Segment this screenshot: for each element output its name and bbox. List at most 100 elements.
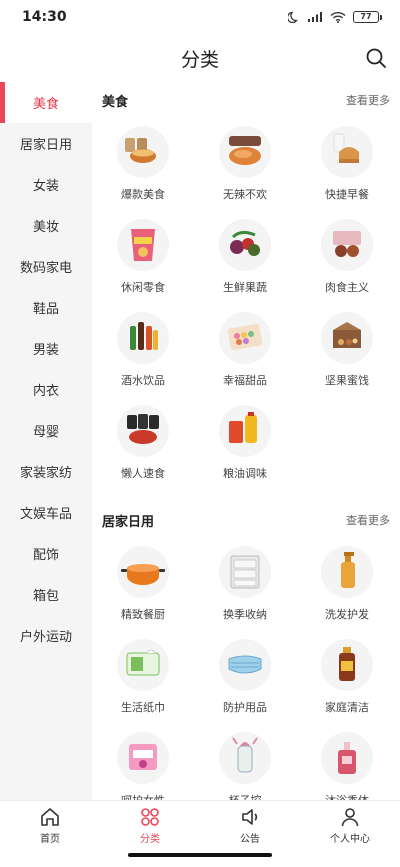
home-icon	[41, 808, 59, 826]
perfume-bottle-icon	[321, 732, 373, 784]
category-section: 美食 查看更多爆款美食 无辣不欢 快捷早餐休闲零食 生鲜果蔬 肉食主义酒水饮品 幸福甜品 坚果…	[92, 82, 400, 490]
tab-category-label: 分类	[140, 834, 160, 845]
subcategory-item[interactable]: 洗发护发	[296, 538, 398, 631]
status-bar: 14:30 77	[0, 0, 400, 34]
chips-bag-icon	[117, 219, 169, 271]
sidebar-item[interactable]: 居家日用	[0, 123, 92, 164]
subcategory-item[interactable]: 沐浴香体	[296, 724, 398, 800]
page-header: 分类	[0, 34, 400, 82]
subcategory-item[interactable]: 生鲜果蔬	[194, 211, 296, 304]
subcategory-item[interactable]: 休闲零食	[92, 211, 194, 304]
subcategory-item[interactable]: 快捷早餐	[296, 118, 398, 211]
moon-icon	[288, 11, 298, 23]
storage-drawer-icon	[219, 546, 271, 598]
see-more-link[interactable]: 查看更多	[346, 92, 390, 108]
sidebar-item-label: 美妆	[32, 220, 59, 235]
tab-profile[interactable]: 个人中心	[300, 801, 400, 850]
tab-home[interactable]: 首页	[0, 801, 100, 850]
tab-profile-label: 个人中心	[330, 834, 370, 845]
section-header: 美食 查看更多	[92, 82, 400, 118]
sidebar-item-label: 居家日用	[19, 138, 72, 153]
subcategory-label: 防护用品	[223, 701, 267, 714]
subcategory-label: 换季收纳	[223, 608, 267, 621]
subcategory-label: 家庭清洁	[325, 701, 369, 714]
pad-pack-icon	[117, 732, 169, 784]
home-indicator	[128, 853, 272, 857]
search-icon	[366, 48, 386, 68]
subcategory-item[interactable]: 坚果蜜饯	[296, 304, 398, 397]
subcategory-item[interactable]: 精致餐厨	[92, 538, 194, 631]
sidebar-item[interactable]: 户外运动	[0, 615, 92, 656]
tab-notice-label: 公告	[240, 834, 260, 845]
sidebar-item-label: 箱包	[32, 589, 59, 604]
sidebar-item[interactable]: 家装家纺	[0, 451, 92, 492]
subcategory-label: 坚果蜜饯	[325, 374, 369, 387]
nut-box-icon	[321, 312, 373, 364]
sidebar-item[interactable]: 男装	[0, 328, 92, 369]
subcategory-label: 幸福甜品	[223, 374, 267, 387]
sidebar-item[interactable]: 母婴	[0, 410, 92, 451]
subcategory-item[interactable]: 幸福甜品	[194, 304, 296, 397]
sidebar-item-label: 文娱车品	[19, 507, 72, 522]
tab-category[interactable]: 分类	[100, 801, 200, 850]
search-button[interactable]	[364, 46, 388, 70]
sidebar-item[interactable]: 鞋品	[0, 287, 92, 328]
sidebar-item[interactable]: 女装	[0, 164, 92, 205]
subcategory-item[interactable]: 粮油调味	[194, 397, 296, 490]
subcategory-label: 精致餐厨	[121, 608, 165, 621]
subcategory-grid: 爆款美食 无辣不欢 快捷早餐休闲零食 生鲜果蔬 肉食主义酒水饮品 幸福甜品 坚果蜜饯懒人速食…	[92, 118, 400, 490]
sidebar-item[interactable]: 箱包	[0, 574, 92, 615]
sidebar-item[interactable]: 数码家电	[0, 246, 92, 287]
bottles-icon	[117, 312, 169, 364]
face-mask-icon	[219, 639, 271, 691]
tab-notice[interactable]: 公告	[200, 801, 300, 850]
subcategory-label: 快捷早餐	[325, 188, 369, 201]
sidebar-item[interactable]: 配饰	[0, 533, 92, 574]
subcategory-item[interactable]: 爆款美食	[92, 118, 194, 211]
bottom-tab-bar: 首页 分类 公告 个人中心	[0, 800, 400, 850]
subcategory-item[interactable]: 酒水饮品	[92, 304, 194, 397]
subcategory-item[interactable]: 防护用品	[194, 631, 296, 724]
signal-icon	[308, 12, 322, 22]
sidebar-item-label: 内衣	[32, 384, 59, 399]
page-title: 分类	[180, 48, 219, 71]
sidebar-item-label: 男装	[32, 343, 59, 358]
sidebar-item-label: 户外运动	[19, 630, 72, 645]
subcategory-item[interactable]: 家庭清洁	[296, 631, 398, 724]
battery-level: 77	[353, 11, 379, 23]
water-cup-icon	[219, 732, 271, 784]
subcategory-label: 生活纸巾	[121, 701, 165, 714]
sidebar-item-label: 美食	[32, 97, 59, 112]
subcategory-item[interactable]: 换季收纳	[194, 538, 296, 631]
sidebar-item[interactable]: 美食	[0, 82, 92, 123]
subcategory-label: 肉食主义	[325, 281, 369, 294]
sidebar-item[interactable]: 文娱车品	[0, 492, 92, 533]
sidebar-item[interactable]: 美妆	[0, 205, 92, 246]
bread-milk-icon	[321, 126, 373, 178]
section-title: 居家日用	[102, 514, 155, 530]
battery-icon: 77	[353, 11, 382, 23]
spicy-meat-icon	[219, 126, 271, 178]
tab-home-label: 首页	[40, 834, 60, 845]
status-icons: 77	[288, 11, 382, 23]
subcategory-grid: 精致餐厨 换季收纳 洗发护发生活纸巾 防护用品 家庭清洁呵护女性 杯子控 沐浴香体	[92, 538, 400, 800]
subcategory-item[interactable]: 懒人速食	[92, 397, 194, 490]
subcategory-label: 杯子控	[229, 792, 262, 800]
instant-food-icon	[117, 405, 169, 457]
subcategory-item[interactable]: 生活纸巾	[92, 631, 194, 724]
category-icon	[141, 808, 159, 826]
category-content: 美食 查看更多爆款美食 无辣不欢 快捷早餐休闲零食 生鲜果蔬肉食主义酒水饮品幸福甜品 坚果…	[92, 82, 400, 800]
subcategory-label: 无辣不欢	[223, 188, 267, 201]
see-more-link[interactable]: 查看更多	[346, 512, 390, 528]
subcategory-item[interactable]: 无辣不欢	[194, 118, 296, 211]
subcategory-item[interactable]: 呵护女性	[92, 724, 194, 800]
subcategory-label: 爆款美食	[121, 188, 165, 201]
wifi-icon	[330, 11, 346, 23]
person-icon	[341, 808, 359, 827]
subcategory-item[interactable]: 杯子控	[194, 724, 296, 800]
sidebar-item[interactable]: 内衣	[0, 369, 92, 410]
subcategory-item[interactable]: 肉食主义	[296, 211, 398, 304]
shampoo-bottle-icon	[321, 546, 373, 598]
oil-rice-icon	[219, 405, 271, 457]
subcategory-label: 洗发护发	[325, 608, 369, 621]
